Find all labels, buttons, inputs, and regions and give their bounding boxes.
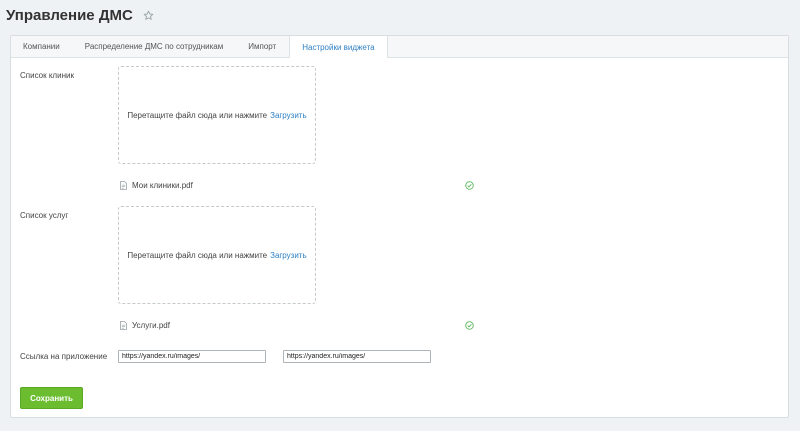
- app-link-label: Ссылка на приложение: [20, 352, 108, 361]
- clinics-dropzone[interactable]: Перетащите файл сюда или нажмите Загрузи…: [118, 66, 316, 164]
- services-label: Список услуг: [20, 211, 69, 220]
- page-title: Управление ДМС: [6, 6, 133, 24]
- services-dropzone-text: Перетащите файл сюда или нажмите: [127, 250, 268, 260]
- clinics-label: Список клиник: [20, 71, 74, 80]
- file-icon: [120, 181, 127, 190]
- check-circle-icon: [465, 321, 474, 330]
- tab-bar: Компании Распределение ДМС по сотрудника…: [11, 36, 788, 58]
- services-dropzone[interactable]: Перетащите файл сюда или нажмите Загрузи…: [118, 206, 316, 304]
- app-link-input-2[interactable]: [283, 350, 431, 363]
- clinics-file-row: Мои клиники.pdf: [120, 181, 193, 190]
- clinics-upload-link[interactable]: Загрузить: [270, 111, 307, 120]
- tab-import[interactable]: Импорт: [236, 36, 289, 57]
- services-upload-link[interactable]: Загрузить: [270, 251, 307, 260]
- star-icon[interactable]: [143, 10, 154, 21]
- services-file-row: Услуги.pdf: [120, 321, 170, 330]
- check-circle-icon: [465, 181, 474, 190]
- save-button[interactable]: Сохранить: [20, 387, 83, 409]
- file-icon: [120, 321, 127, 330]
- clinics-file-name[interactable]: Мои клиники.pdf: [132, 181, 193, 190]
- tab-widget-settings[interactable]: Настройки виджета: [289, 36, 388, 58]
- app-link-input-1[interactable]: [118, 350, 266, 363]
- services-file-name[interactable]: Услуги.pdf: [132, 321, 170, 330]
- clinics-dropzone-text: Перетащите файл сюда или нажмите: [127, 110, 268, 120]
- tab-companies[interactable]: Компании: [11, 36, 73, 57]
- tab-distribution[interactable]: Распределение ДМС по сотрудникам: [73, 36, 237, 57]
- page-header: Управление ДМС: [6, 4, 154, 26]
